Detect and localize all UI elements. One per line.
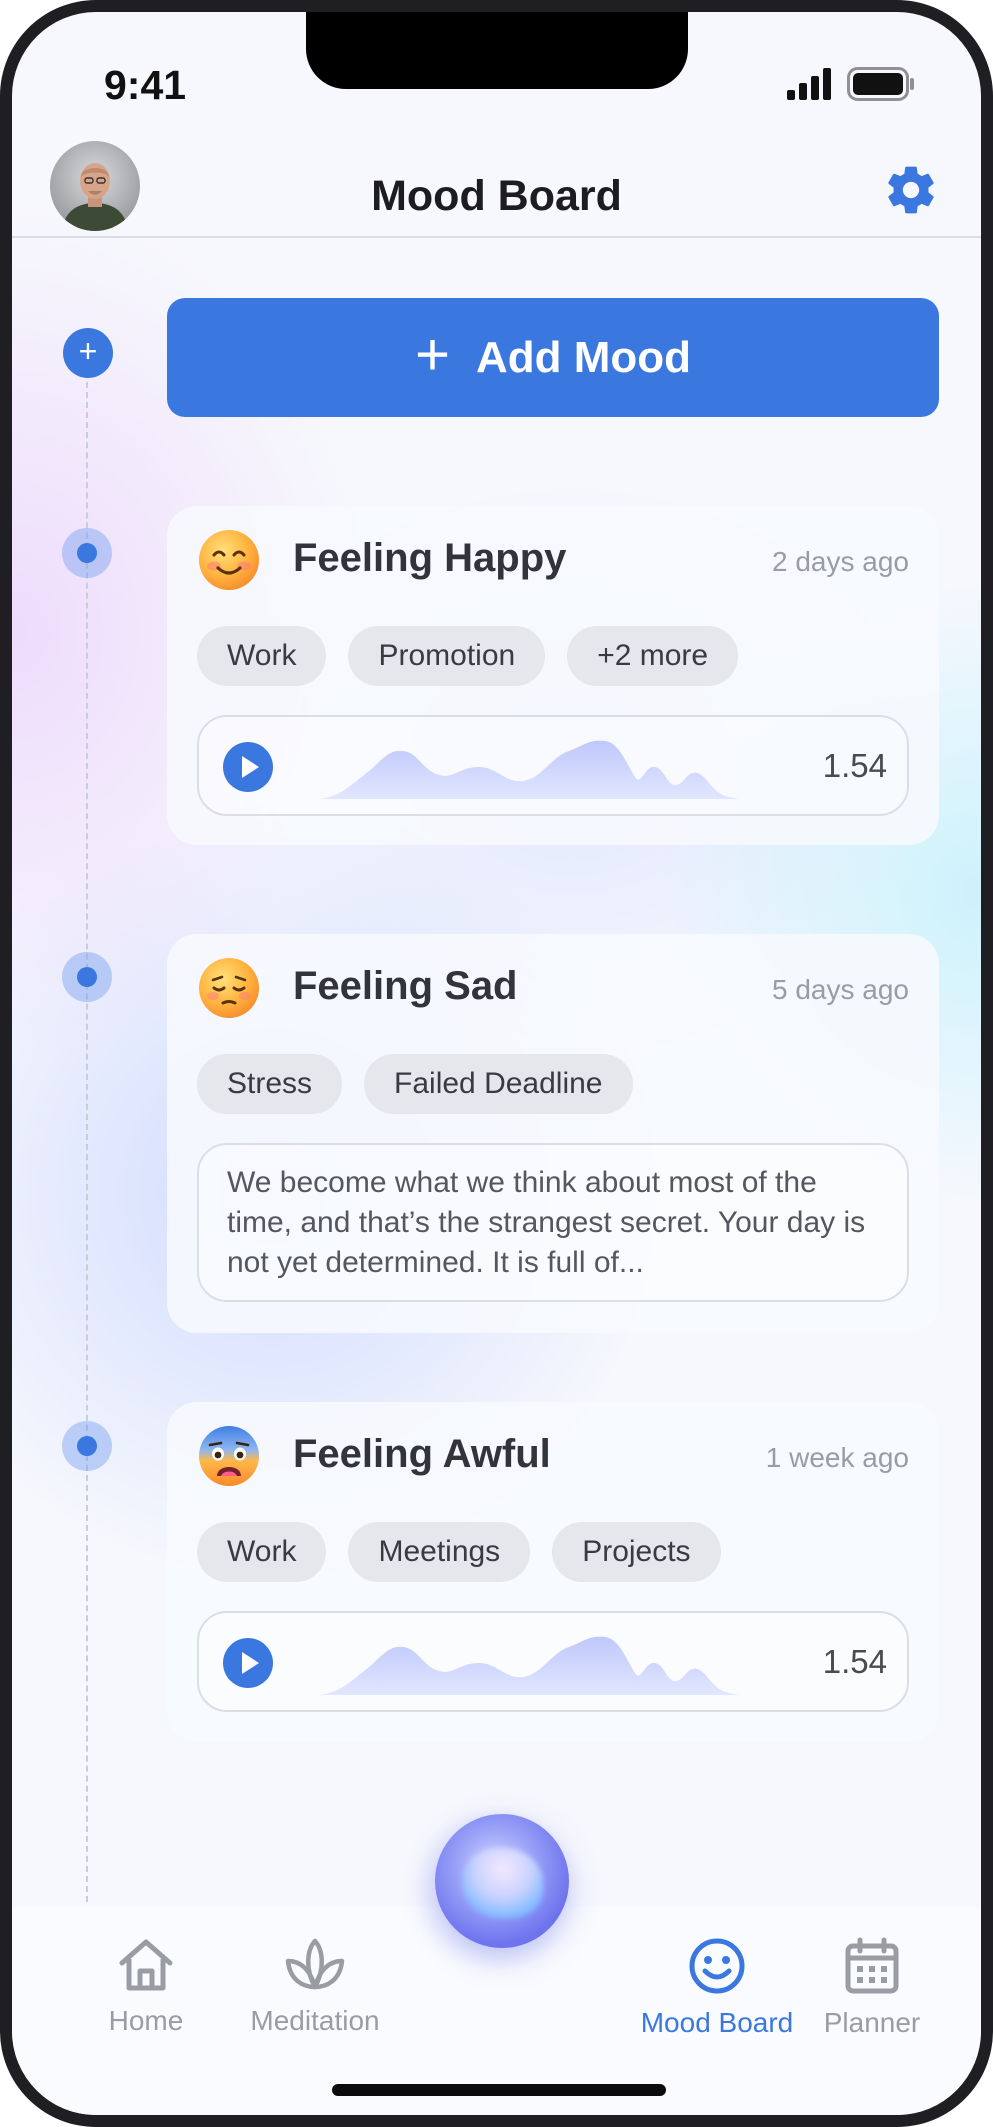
nav-planner[interactable]: Planner [812,1937,932,2039]
status-icons [787,67,915,101]
nav-mood-board[interactable]: Mood Board [622,1937,812,2039]
mood-tags: Work Promotion +2 more [197,626,739,686]
nav-meditation-label: Meditation [250,2005,380,2036]
orb-blob-icon [463,1848,543,1918]
page-title: Mood Board [371,172,622,220]
anxious-face-icon [199,1426,259,1486]
play-button[interactable] [223,1638,273,1688]
mood-note[interactable]: We become what we think about most of th… [197,1143,909,1302]
play-button[interactable] [223,742,273,792]
nav-home-label: Home [108,2005,184,2036]
mood-title: Feeling Sad [293,964,518,1008]
mood-title: Feeling Happy [293,536,567,580]
tag-chip[interactable]: Promotion [348,626,546,686]
calendar-icon [845,1937,899,1994]
waveform [319,1636,739,1695]
lotus-icon [285,1938,345,1990]
home-indicator [332,2084,666,2096]
nav-planner-label: Planner [823,2007,921,2038]
mood-time: 2 days ago [772,546,909,577]
app-header: Mood Board [12,132,981,238]
audio-player: 1.54 [197,715,909,816]
tag-chip-more[interactable]: +2 more [567,626,739,686]
app-screen: 9:41 Mood Board + + Add Mood Feeling Hap… [12,12,981,2115]
timeline-dot [62,528,112,578]
ai-orb-button[interactable] [435,1814,569,1948]
gear-icon[interactable] [883,162,939,218]
nav-meditation[interactable]: Meditation [230,1937,400,2037]
plus-icon: + [414,320,450,388]
smile-icon [689,1938,745,1994]
timeline-add-marker: + [63,328,113,378]
mood-title: Feeling Awful [293,1432,551,1476]
nav-home[interactable]: Home [90,1937,202,2037]
mood-time: 1 week ago [765,1442,909,1473]
signal-icon [787,68,831,100]
mood-tags: Stress Failed Deadline [197,1054,633,1114]
audio-duration: 1.54 [822,747,887,784]
battery-icon [847,67,914,101]
timeline-dot [62,1421,112,1471]
device-notch [306,12,688,89]
status-time: 9:41 [104,62,187,108]
tag-chip[interactable]: Meetings [348,1522,531,1582]
tag-chip[interactable]: Stress [197,1054,343,1114]
mood-card-awful[interactable]: Feeling Awful 1 week ago Work Meetings P… [167,1402,939,1742]
tag-chip[interactable]: Work [197,626,327,686]
add-mood-label: Add Mood [476,332,692,382]
audio-duration: 1.54 [822,1643,887,1680]
mood-card-sad[interactable]: Feeling Sad 5 days ago Stress Failed Dea… [167,934,939,1333]
timeline-line [86,362,88,1902]
home-icon [119,1939,173,1991]
add-mood-button[interactable]: + Add Mood [167,298,939,417]
waveform [319,740,739,799]
tag-chip[interactable]: Projects [552,1522,721,1582]
mood-tags: Work Meetings Projects [197,1522,721,1582]
smiling-face-icon [199,530,259,590]
phone-frame: 9:41 Mood Board + + Add Mood Feeling Hap… [0,0,993,2127]
timeline-dot [62,952,112,1002]
pensive-face-icon [199,958,259,1018]
tag-chip[interactable]: Failed Deadline [364,1054,633,1114]
nav-mood-board-label: Mood Board [640,2007,794,2038]
tag-chip[interactable]: Work [197,1522,327,1582]
mood-time: 5 days ago [772,974,909,1005]
mood-card-happy[interactable]: Feeling Happy 2 days ago Work Promotion … [167,506,939,845]
audio-player: 1.54 [197,1611,909,1712]
